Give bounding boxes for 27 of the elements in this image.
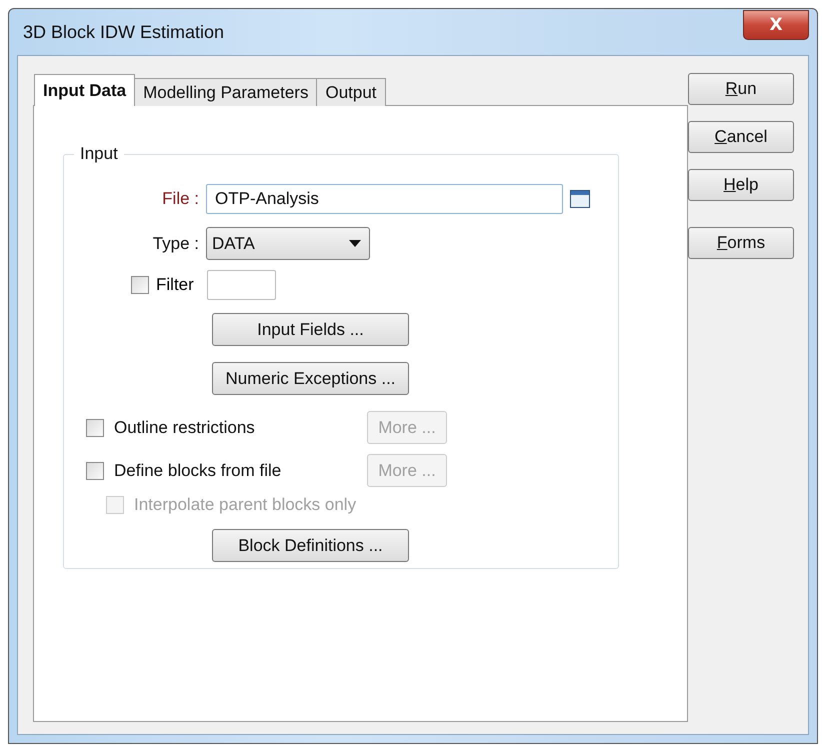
tab[interactable]: Output — [316, 78, 386, 106]
option-label: Outline restrictions — [114, 418, 256, 438]
type-label: Type : — [152, 234, 199, 254]
type-dropdown[interactable]: DATA — [206, 227, 370, 260]
checkbox[interactable] — [86, 418, 104, 436]
filter-label: Filter — [156, 275, 195, 295]
tab[interactable]: Modelling Parameters — [134, 78, 318, 106]
group-title: Input — [79, 144, 119, 164]
action-button[interactable]: Numeric Exceptions ... — [212, 362, 409, 395]
checkbox[interactable] — [131, 276, 149, 294]
action-button[interactable]: Input Fields ... — [212, 313, 409, 346]
checkbox[interactable] — [86, 462, 104, 480]
browse-icon[interactable] — [570, 190, 590, 208]
caret-icon — [349, 240, 361, 247]
dialog-button[interactable]: Forms — [688, 227, 794, 259]
file-field[interactable]: OTP-Analysis — [206, 184, 563, 214]
dialog-button[interactable]: Run — [688, 73, 794, 105]
option-label: Interpolate parent blocks only — [134, 495, 356, 515]
dialog-button[interactable]: Help — [688, 169, 794, 201]
file-label: File : — [161, 189, 199, 209]
tab[interactable]: Input Data — [34, 74, 136, 106]
window-title: 3D Block IDW Estimation — [23, 22, 224, 42]
action-button[interactable]: Block Definitions ... — [212, 529, 409, 562]
close-button[interactable]: X — [743, 10, 809, 40]
option-label: Define blocks from file — [114, 460, 282, 480]
dialog-button[interactable]: Cancel — [688, 121, 794, 153]
filter-field[interactable] — [207, 270, 276, 300]
